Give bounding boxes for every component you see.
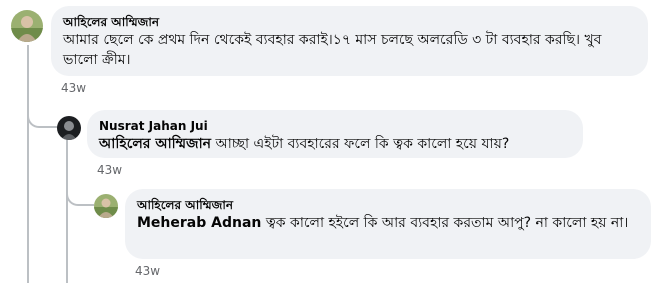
comment-body: ত্বক কালো হইলে কি আর ব্যবহার করতাম আপু? … (265, 215, 629, 231)
comment-author[interactable]: আহিলের আম্মিজান (137, 197, 639, 213)
comment-bubble: আহিলের আম্মিজান Meherab Adnan ত্বক কালো … (125, 189, 651, 259)
comment-text: আহিলের আম্মিজান আচ্ছা এইটা ব্যবহারের ফলে… (99, 134, 571, 154)
comment-body: আচ্ছা এইটা ব্যবহারের ফলে কি ত্বক কালো হয… (215, 136, 510, 152)
thread-connector-reply-2 (66, 180, 94, 206)
profile-photo-icon (57, 116, 81, 140)
thread-connector-reply-1 (27, 104, 61, 128)
mention-link[interactable]: আহিলের আম্মিজান (99, 136, 211, 152)
comment-text: Meherab Adnan ত্বক কালো হইলে কি আর ব্যবহ… (137, 213, 639, 233)
comment-author[interactable]: আহিলের আম্মিজান (63, 14, 636, 30)
avatar[interactable] (11, 10, 43, 42)
mention-link[interactable]: Meherab Adnan (137, 215, 261, 231)
comment-timestamp[interactable]: 43w (135, 263, 160, 279)
profile-photo-icon (94, 194, 118, 218)
comment-timestamp[interactable]: 43w (97, 162, 122, 178)
avatar[interactable] (94, 194, 118, 218)
profile-photo-icon (11, 10, 43, 42)
comment-author[interactable]: Nusrat Jahan Jui (99, 118, 571, 134)
comment-timestamp[interactable]: 43w (61, 80, 86, 96)
comment-bubble: আহিলের আম্মিজান আমার ছেলে কে প্রথম দিন থ… (51, 6, 648, 76)
thread-line-main (27, 45, 29, 283)
comment-text: আমার ছেলে কে প্রথম দিন থেকেই ব্যবহার করা… (63, 32, 602, 68)
thread-line-reply (66, 140, 68, 283)
comment-bubble: Nusrat Jahan Jui আহিলের আম্মিজান আচ্ছা এ… (87, 110, 583, 158)
avatar[interactable] (57, 116, 81, 140)
